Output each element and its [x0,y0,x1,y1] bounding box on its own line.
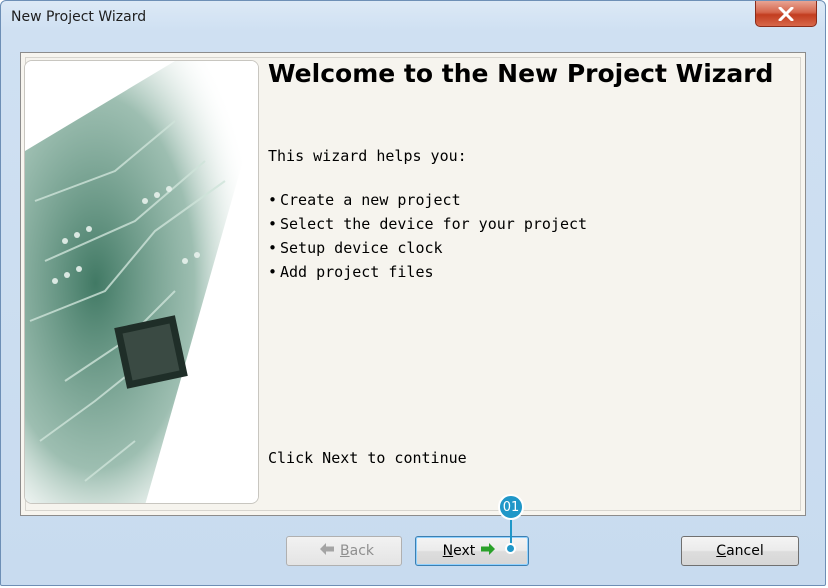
list-item: • Select the device for your project [268,215,588,233]
back-button[interactable]: Back [286,536,402,566]
title-bar[interactable]: New Project Wizard [1,1,825,37]
window-title: New Project Wizard [11,9,147,25]
back-label: Back [340,543,374,559]
intro-text: This wizard helps you: [268,147,467,165]
arrow-right-icon [481,543,496,559]
callout-badge: 01 [498,494,524,520]
page-title: Welcome to the New Project Wizard [268,59,774,88]
list-item: • Create a new project [268,191,461,209]
next-label: Next [442,543,476,559]
list-item: • Setup device clock [268,239,443,257]
arrow-left-icon [320,543,334,559]
cancel-label: Cancel [716,543,764,559]
continue-hint: Click Next to continue [268,449,467,467]
callout-dot [505,543,516,554]
feature-list: • Create a new project • Select the device… [268,188,587,284]
close-x-icon [778,6,794,21]
button-bar: Back Next Cancel [18,518,808,574]
cancel-button[interactable]: Cancel [681,536,799,566]
circuit-board-image [24,60,259,504]
close-button[interactable] [755,1,817,27]
list-item: • Add project files [268,263,434,281]
